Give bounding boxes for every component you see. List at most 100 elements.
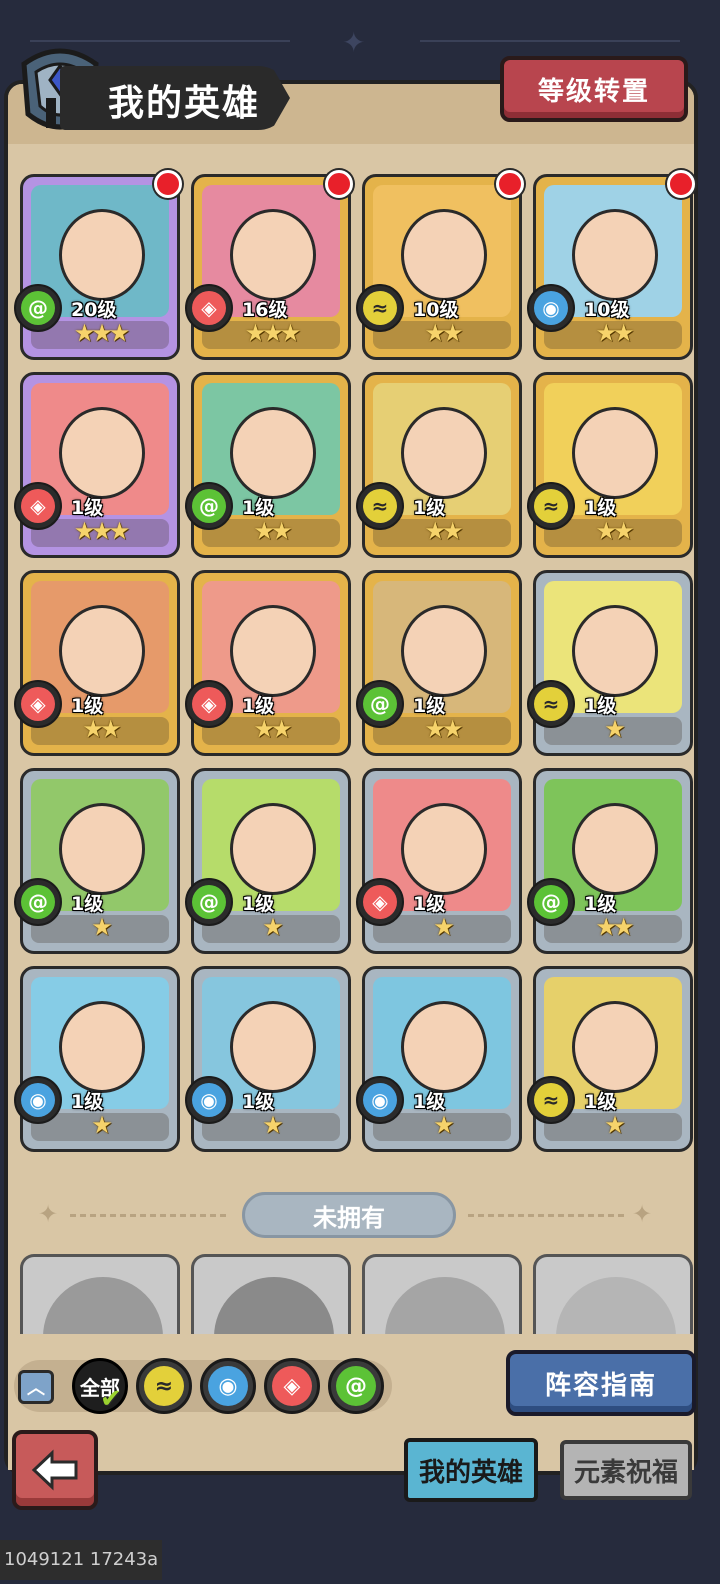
hero-level: 1级 [71, 893, 104, 915]
hero-level: 16级 [242, 299, 288, 321]
back-arrow-icon [31, 1449, 78, 1491]
hero-card[interactable]: 10级 ★★ [533, 174, 693, 360]
hero-face [230, 803, 316, 895]
notification-dot [496, 170, 524, 198]
lineup-guide-button[interactable]: 阵容指南 [506, 1350, 696, 1416]
flame-icon: ◈ [363, 885, 397, 919]
wind-swirl-icon: @ [336, 1366, 376, 1406]
hero-element-badge: @ [356, 680, 404, 728]
wind-swirl-icon: @ [363, 687, 397, 721]
back-button[interactable] [12, 1430, 98, 1510]
hero-card[interactable]: 1级 ★ [362, 768, 522, 954]
flame-icon: ◈ [272, 1366, 312, 1406]
flame-icon: ◈ [192, 687, 226, 721]
sparkle-icon: ✦ [38, 1200, 59, 1228]
hero-element-badge: ≈ [527, 482, 575, 530]
not-owned-label: 未拥有 [242, 1192, 456, 1238]
hero-level: 1级 [71, 497, 104, 519]
hero-level: 1级 [584, 695, 617, 717]
level-transfer-button[interactable]: 等级转置 [500, 56, 688, 122]
sparkle-icon: ✦ [342, 26, 366, 59]
notification-dot [154, 170, 182, 198]
hero-element-badge: @ [14, 878, 62, 926]
hero-card[interactable]: 1级 ★★ [362, 570, 522, 756]
hero-card[interactable]: 1级 ★ [191, 768, 351, 954]
hero-card[interactable]: 1级 ★ [191, 966, 351, 1152]
hero-card[interactable]: 1级 ★★ [191, 570, 351, 756]
hero-element-badge: ◈ [14, 482, 62, 530]
hero-level: 1级 [242, 695, 275, 717]
hero-element-badge: ◉ [185, 1076, 233, 1124]
water-drop-icon: ◉ [192, 1083, 226, 1117]
hero-level: 1级 [71, 695, 104, 717]
earth-element-icon: ≈ [363, 489, 397, 523]
hero-face [401, 605, 487, 697]
divider [70, 1214, 230, 1217]
tab-element-blessing-label: 元素祝福 [573, 1457, 678, 1488]
hero-card[interactable]: 1级 ★★ [191, 372, 351, 558]
sparkle-icon: ✦ [632, 1200, 653, 1228]
hero-face [230, 209, 316, 301]
filter-earth-button[interactable]: ≈ [136, 1358, 192, 1414]
hero-card[interactable]: 1级 ★★ [362, 372, 522, 558]
hero-face [401, 209, 487, 301]
hero-card[interactable]: 16级 ★★★ [191, 174, 351, 360]
earth-element-icon: ≈ [534, 489, 568, 523]
water-drop-icon: ◉ [21, 1083, 55, 1117]
earth-element-icon: ≈ [144, 1366, 184, 1406]
hero-element-badge: ◉ [356, 1076, 404, 1124]
wind-swirl-icon: @ [192, 489, 226, 523]
collapse-button[interactable]: ︿ [18, 1370, 54, 1404]
hero-card[interactable]: 1级 ★★ [533, 372, 693, 558]
hero-face [572, 1001, 658, 1093]
hero-element-badge: ≈ [356, 482, 404, 530]
hero-card[interactable]: 1级 ★ [533, 570, 693, 756]
hero-level: 1级 [413, 1091, 446, 1113]
water-drop-icon: ◉ [363, 1083, 397, 1117]
hero-card[interactable]: 1级 ★ [362, 966, 522, 1152]
hero-level: 1级 [242, 497, 275, 519]
hero-face [59, 803, 145, 895]
tab-element-blessing[interactable]: 元素祝福 [560, 1440, 692, 1500]
hero-card[interactable]: 20级 ★★★ [20, 174, 180, 360]
hero-element-badge: ◉ [527, 284, 575, 332]
hero-level: 10级 [584, 299, 630, 321]
hero-face [572, 407, 658, 499]
hero-element-badge: @ [14, 284, 62, 332]
hero-level: 1级 [242, 893, 275, 915]
chevron-up-icon: ︿ [27, 1378, 45, 1399]
hero-element-badge: ≈ [527, 680, 575, 728]
hero-face [230, 1001, 316, 1093]
notification-dot [325, 170, 353, 198]
wind-swirl-icon: @ [21, 291, 55, 325]
hero-face [401, 1001, 487, 1093]
hero-card[interactable]: 10级 ★★ [362, 174, 522, 360]
earth-element-icon: ≈ [534, 687, 568, 721]
hero-card[interactable]: 1级 ★★★ [20, 372, 180, 558]
hero-level: 1级 [584, 1091, 617, 1113]
hero-card[interactable]: 1级 ★★ [20, 570, 180, 756]
hero-level: 1级 [413, 893, 446, 915]
hero-card[interactable]: 1级 ★ [533, 966, 693, 1152]
hero-level: 10级 [413, 299, 459, 321]
hero-card[interactable]: 1级 ★ [20, 966, 180, 1152]
hero-element-badge: @ [527, 878, 575, 926]
wind-swirl-icon: @ [21, 885, 55, 919]
hero-level: 1级 [584, 893, 617, 915]
hero-element-badge: ◉ [14, 1076, 62, 1124]
hero-card[interactable]: 1级 ★★ [533, 768, 693, 954]
hero-element-badge: @ [185, 482, 233, 530]
water-drop-icon: ◉ [208, 1366, 248, 1406]
hero-face [572, 605, 658, 697]
filter-water-button[interactable]: ◉ [200, 1358, 256, 1414]
level-transfer-label: 等级转置 [537, 76, 650, 107]
flame-icon: ◈ [192, 291, 226, 325]
hero-element-badge: ◈ [14, 680, 62, 728]
flame-icon: ◈ [21, 687, 55, 721]
filter-fire-button[interactable]: ◈ [264, 1358, 320, 1414]
wind-swirl-icon: @ [192, 885, 226, 919]
wind-swirl-icon: @ [534, 885, 568, 919]
hero-card[interactable]: 1级 ★ [20, 768, 180, 954]
tab-my-heroes[interactable]: 我的英雄 [404, 1438, 538, 1502]
filter-wind-button[interactable]: @ [328, 1358, 384, 1414]
